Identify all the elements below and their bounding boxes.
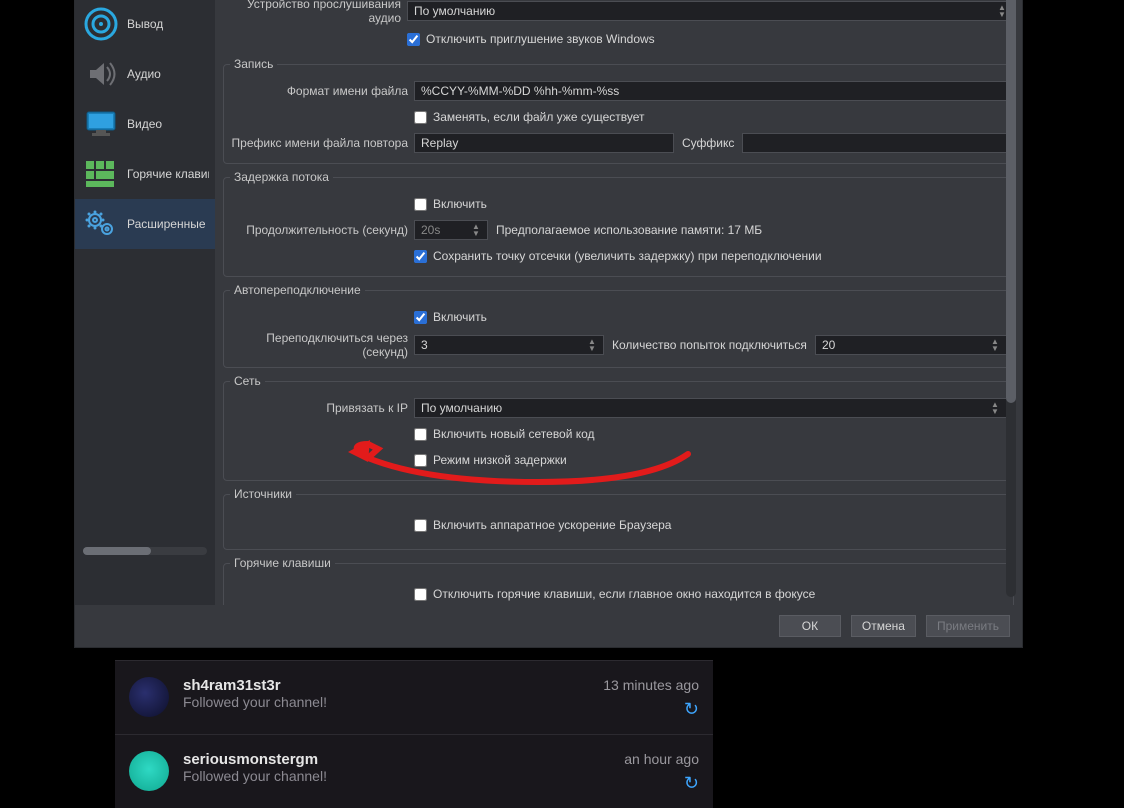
hotkeys-icon: [81, 154, 121, 194]
delay-group: Задержка потока Включить Продолжительнос…: [223, 170, 1014, 277]
delay-preserve-checkbox[interactable]: Сохранить точку отсечки (увеличить задер…: [414, 249, 822, 263]
hotkeys-group: Горячие клавиши Отключить горячие клавиш…: [223, 556, 1014, 605]
delay-legend: Задержка потока: [230, 170, 333, 184]
audio-icon: [81, 54, 121, 94]
reconnect-enable-checkbox[interactable]: Включить: [414, 310, 487, 324]
disable-ducking-checkbox[interactable]: Отключить приглушение звуков Windows: [407, 32, 655, 46]
retry-delay-label: Переподключиться через (секунд): [230, 331, 414, 359]
disable-hotkeys-focus-checkbox[interactable]: Отключить горячие клавиши, если главное …: [414, 587, 815, 601]
replay-prefix-label: Префикс имени файла повтора: [230, 136, 414, 150]
sidebar-label: Расширенные: [127, 217, 206, 231]
sidebar-label: Аудио: [127, 67, 161, 81]
avatar: [129, 751, 169, 791]
settings-content: Устройство прослушивания аудио По умолча…: [215, 0, 1022, 605]
hotkeys-legend: Горячие клавиши: [230, 556, 335, 570]
sidebar-label: Горячие клавиши: [127, 167, 209, 181]
feed-username: sh4ram31st3r: [183, 677, 589, 694]
low-latency-checkbox[interactable]: Режим низкой задержки: [414, 453, 567, 467]
sidebar-item-audio[interactable]: Аудио: [75, 49, 215, 99]
recording-legend: Запись: [230, 57, 277, 71]
cancel-button[interactable]: Отмена: [851, 615, 916, 637]
sidebar-scrollbar[interactable]: [83, 547, 207, 555]
retry-delay-input[interactable]: 3▲▼: [414, 335, 604, 355]
delay-enable-checkbox[interactable]: Включить: [414, 197, 487, 211]
output-icon: [81, 4, 121, 44]
feed-time: an hour ago: [624, 751, 699, 767]
sources-group: Источники Включить аппаратное ускорение …: [223, 487, 1014, 550]
sources-legend: Источники: [230, 487, 296, 501]
feed-subtext: Followed your channel!: [183, 768, 610, 784]
delay-duration-label: Продолжительность (секунд): [230, 223, 414, 237]
video-icon: [81, 104, 121, 144]
delay-duration-input[interactable]: 20s▲▼: [414, 220, 488, 240]
network-group: Сеть Привязать к IP По умолчанию▲▼ Включ…: [223, 374, 1014, 481]
listen-device-label: Устройство прослушивания аудио: [223, 0, 407, 25]
sidebar-item-output[interactable]: Вывод: [75, 0, 215, 49]
feed-item: seriousmonstergm Followed your channel! …: [115, 734, 713, 808]
bind-ip-label: Привязать к IP: [230, 401, 414, 415]
feed-username: seriousmonstergm: [183, 751, 610, 768]
advanced-icon: [81, 204, 121, 244]
hw-accel-checkbox[interactable]: Включить аппаратное ускорение Браузера: [414, 518, 671, 532]
sidebar-label: Вывод: [127, 17, 163, 31]
suffix-label: Суффикс: [674, 136, 742, 150]
overwrite-checkbox[interactable]: Заменять, если файл уже существует: [414, 110, 645, 124]
sidebar: Вывод Аудио Видео Горячие клавиши Расшир…: [75, 0, 215, 605]
sidebar-item-hotkeys[interactable]: Горячие клавиши: [75, 149, 215, 199]
avatar: [129, 677, 169, 717]
settings-dialog: Вывод Аудио Видео Горячие клавиши Расшир…: [74, 0, 1023, 648]
new-netcode-checkbox[interactable]: Включить новый сетевой код: [414, 427, 595, 441]
suffix-input[interactable]: [742, 133, 1007, 153]
feed-subtext: Followed your channel!: [183, 694, 589, 710]
filename-format-input[interactable]: [414, 81, 1007, 101]
sidebar-item-video[interactable]: Видео: [75, 99, 215, 149]
dialog-buttons: ОК Отмена Применить: [75, 605, 1022, 647]
apply-button[interactable]: Применить: [926, 615, 1010, 637]
sidebar-label: Видео: [127, 117, 162, 131]
reconnect-legend: Автопереподключение: [230, 283, 365, 297]
listen-device-select[interactable]: По умолчанию▲▼: [407, 1, 1014, 21]
ok-button[interactable]: ОК: [779, 615, 841, 637]
reconnect-group: Автопереподключение Включить Переподключ…: [223, 283, 1014, 368]
content-scrollbar-thumb[interactable]: [1006, 0, 1016, 403]
max-retries-input[interactable]: 20▲▼: [815, 335, 1007, 355]
refresh-icon[interactable]: ↻: [684, 699, 699, 720]
sidebar-item-advanced[interactable]: Расширенные: [75, 199, 215, 249]
network-legend: Сеть: [230, 374, 265, 388]
bind-ip-select[interactable]: По умолчанию▲▼: [414, 398, 1007, 418]
feed-item: sh4ram31st3r Followed your channel! 13 m…: [115, 660, 713, 734]
refresh-icon[interactable]: ↻: [684, 773, 699, 794]
recording-group: Запись Формат имени файла Заменять, если…: [223, 57, 1014, 164]
max-retries-label: Количество попыток подключиться: [604, 338, 815, 352]
delay-memory-label: Предполагаемое использование памяти: 17 …: [488, 223, 762, 237]
activity-feed: sh4ram31st3r Followed your channel! 13 m…: [115, 660, 713, 808]
replay-prefix-input[interactable]: [414, 133, 674, 153]
filename-format-label: Формат имени файла: [230, 84, 414, 98]
feed-time: 13 minutes ago: [603, 677, 699, 693]
